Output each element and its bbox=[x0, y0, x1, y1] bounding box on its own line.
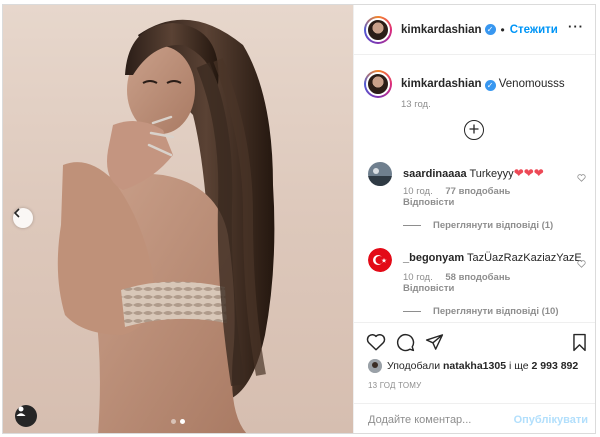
comment-likes[interactable]: 77 вподобань bbox=[445, 186, 510, 197]
view-replies-button[interactable]: Переглянути відповіді (1) bbox=[403, 220, 553, 231]
comment-text: TazÜazRazKaziazYazE bbox=[467, 252, 582, 264]
carousel-dot-active bbox=[180, 419, 185, 424]
add-comment-bar: Опублікувати bbox=[354, 403, 595, 433]
carousel-prev-button[interactable] bbox=[13, 208, 33, 228]
send-icon[interactable] bbox=[425, 333, 444, 354]
caption-line: kimkardashian ✓ Venomousss bbox=[401, 78, 565, 98]
caption: kimkardashian ✓ Venomousss bbox=[364, 70, 565, 98]
likes-prefix: Уподобали bbox=[387, 360, 441, 372]
verified-badge-icon: ✓ bbox=[484, 80, 496, 91]
caption-avatar[interactable] bbox=[364, 70, 392, 98]
comment-meta: 10 год. 58 вподобань bbox=[403, 272, 520, 283]
likes-summary: Уподобали natakha1305 і ще 2 993 892 bbox=[368, 359, 578, 373]
post-timestamp[interactable]: 13 ГОД ТОМУ bbox=[368, 381, 421, 390]
post-photo[interactable] bbox=[3, 5, 353, 433]
caption-text: Venomousss bbox=[498, 78, 565, 90]
comment-icon[interactable] bbox=[396, 333, 415, 355]
comment-likes[interactable]: 58 вподобань bbox=[445, 272, 510, 283]
caption-username[interactable]: kimkardashian bbox=[401, 78, 482, 90]
divider-line bbox=[403, 225, 421, 226]
separator: • bbox=[500, 22, 505, 37]
reply-button[interactable]: Відповісти bbox=[403, 283, 454, 294]
comment-input[interactable] bbox=[368, 414, 518, 426]
liker-avatar[interactable] bbox=[368, 359, 382, 373]
post-header: kimkardashian ✓ • Стежити ··· bbox=[354, 5, 595, 55]
plus-circle-icon bbox=[469, 123, 479, 137]
view-replies-label: Переглянути відповіді (1) bbox=[433, 220, 554, 231]
reply-button[interactable]: Відповісти bbox=[403, 197, 454, 208]
likes-count[interactable]: 2 993 892 bbox=[532, 360, 579, 372]
more-options-icon[interactable]: ··· bbox=[568, 19, 584, 34]
comment-username[interactable]: _begonyam bbox=[403, 252, 464, 264]
load-more-comments-button[interactable] bbox=[464, 120, 484, 140]
likes-middle: і ще bbox=[508, 360, 529, 372]
publish-button[interactable]: Опублікувати bbox=[514, 414, 588, 426]
post-side-panel: kimkardashian ✓ • Стежити ··· kimkardash… bbox=[353, 5, 595, 433]
liker-username[interactable]: natakha1305 bbox=[443, 360, 506, 372]
header-username[interactable]: kimkardashian bbox=[401, 24, 482, 36]
view-replies-button[interactable]: Переглянути відповіді (10) bbox=[403, 306, 559, 317]
comment-avatar[interactable] bbox=[368, 248, 392, 272]
comment-time[interactable]: 10 год. bbox=[403, 186, 433, 197]
verified-badge-icon: ✓ bbox=[484, 24, 496, 35]
photo-illustration bbox=[57, 19, 275, 433]
carousel-indicator bbox=[171, 419, 185, 424]
tagged-users-button[interactable] bbox=[15, 405, 37, 427]
follow-button[interactable]: Стежити bbox=[510, 24, 558, 36]
carousel-dot bbox=[171, 419, 176, 424]
post-actions: Уподобали natakha1305 і ще 2 993 892 13 … bbox=[354, 322, 595, 433]
avatar[interactable] bbox=[364, 15, 392, 44]
caption-time[interactable]: 13 год. bbox=[401, 99, 431, 110]
comment-text: Turkeyyy bbox=[469, 168, 514, 180]
comment-like-heart-icon[interactable] bbox=[577, 171, 586, 185]
hearts-emoji: ❤❤❤ bbox=[513, 166, 544, 180]
heart-icon[interactable] bbox=[366, 333, 386, 354]
post-modal: kimkardashian ✓ • Стежити ··· kimkardash… bbox=[2, 4, 596, 434]
bookmark-icon[interactable] bbox=[571, 333, 588, 355]
comment-line: _begonyam TazÜazRazKaziazYazE bbox=[403, 252, 582, 264]
comment-avatar[interactable] bbox=[368, 162, 392, 186]
comment-line: saardinaaaa Turkeyyy❤❤❤ bbox=[403, 166, 544, 180]
view-replies-label: Переглянути відповіді (10) bbox=[433, 306, 559, 317]
comment-time[interactable]: 10 год. bbox=[403, 272, 433, 283]
action-icons-row bbox=[366, 333, 588, 355]
comments-area[interactable]: kimkardashian ✓ Venomousss 13 год. saardi… bbox=[354, 56, 595, 322]
divider-line bbox=[403, 311, 421, 312]
comment-username[interactable]: saardinaaaa bbox=[403, 168, 467, 180]
comment-like-heart-icon[interactable] bbox=[577, 257, 586, 271]
comment-meta: 10 год. 77 вподобань bbox=[403, 186, 520, 197]
